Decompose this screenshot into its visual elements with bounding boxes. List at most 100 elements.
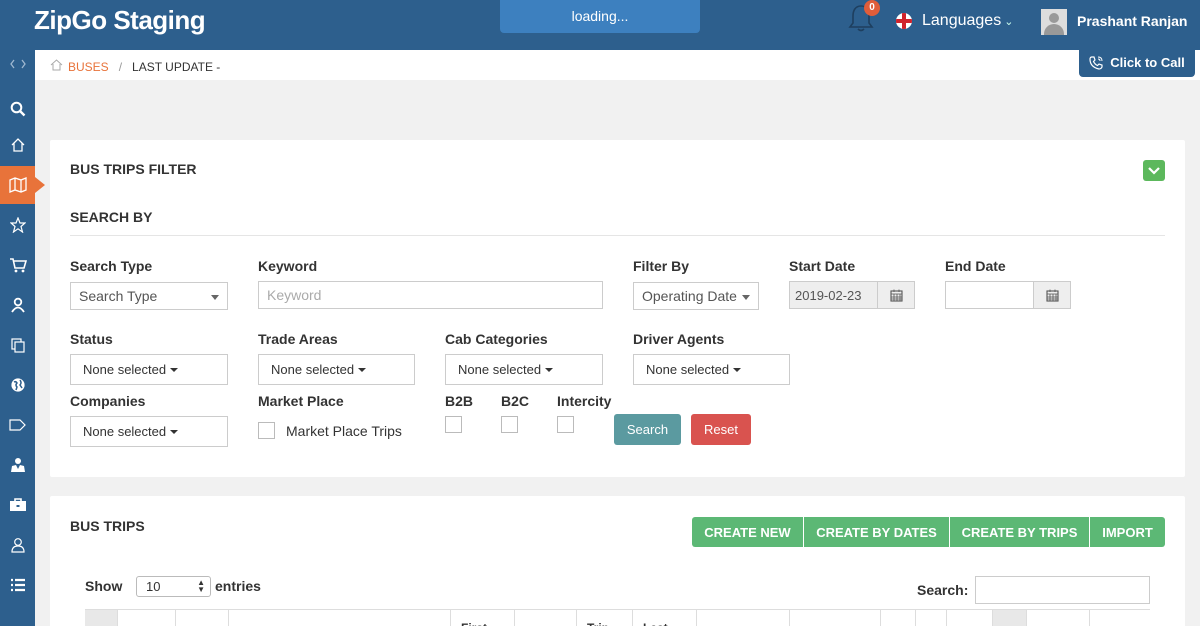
create-by-dates-button[interactable]: CREATE BY DATES bbox=[804, 517, 949, 547]
sidebar-list-icon[interactable] bbox=[0, 566, 35, 604]
user-avatar[interactable] bbox=[1041, 9, 1067, 35]
b2c-checkbox[interactable] bbox=[501, 416, 518, 433]
end-date-input[interactable] bbox=[945, 281, 1034, 309]
cab-categories-value: None selected bbox=[458, 362, 542, 377]
caret-down-icon bbox=[742, 295, 750, 300]
sidebar-tag-icon[interactable] bbox=[0, 406, 35, 444]
sidebar-home-icon[interactable] bbox=[0, 126, 35, 164]
intercity-label: Intercity bbox=[557, 393, 612, 409]
column-header[interactable] bbox=[696, 610, 789, 626]
column-header[interactable] bbox=[1089, 610, 1150, 626]
updown-arrows-icon: ▲ ▼ bbox=[197, 578, 205, 594]
sidebar-search-icon[interactable] bbox=[0, 90, 35, 128]
notification-count-badge: 0 bbox=[864, 0, 880, 16]
status-multiselect[interactable]: None selected bbox=[70, 354, 228, 385]
sidebar-star-icon[interactable] bbox=[0, 206, 35, 244]
keyword-input[interactable]: Keyword bbox=[258, 281, 603, 309]
column-header[interactable] bbox=[1026, 610, 1089, 626]
column-header[interactable] bbox=[85, 610, 117, 626]
flag-icon bbox=[896, 13, 912, 29]
b2b-label: B2B bbox=[445, 393, 474, 409]
search-button[interactable]: Search bbox=[614, 414, 681, 445]
sidebar-person-icon[interactable] bbox=[0, 526, 35, 564]
filter-by-label: Filter By bbox=[633, 258, 690, 274]
languages-dropdown[interactable]: Languages ⌄ bbox=[896, 12, 1013, 30]
table-search-label: Search: bbox=[917, 582, 969, 598]
caret-down-icon bbox=[170, 367, 179, 372]
bus-trips-title: BUS TRIPS bbox=[70, 518, 145, 534]
column-header[interactable] bbox=[992, 610, 1026, 626]
column-header[interactable] bbox=[946, 610, 992, 626]
show-label: Show bbox=[85, 578, 123, 594]
sidebar-globe-icon[interactable] bbox=[0, 366, 35, 404]
sidebar-user-tie-icon[interactable] bbox=[0, 446, 35, 484]
breadcrumb-separator: / bbox=[118, 59, 123, 74]
trade-areas-multiselect[interactable]: None selected bbox=[258, 354, 415, 385]
column-header[interactable] bbox=[228, 610, 450, 626]
column-header[interactable] bbox=[880, 610, 915, 626]
breadcrumb-buses-link[interactable]: BUSES bbox=[68, 60, 109, 74]
driver-agents-multiselect[interactable]: None selected bbox=[633, 354, 790, 385]
caret-down-icon bbox=[358, 367, 367, 372]
keyword-label: Keyword bbox=[258, 258, 318, 274]
languages-label: Languages bbox=[922, 12, 1002, 29]
column-header[interactable] bbox=[915, 610, 946, 626]
b2c-label: B2C bbox=[501, 393, 530, 409]
chevron-down-icon: ⌄ bbox=[1004, 15, 1014, 28]
intercity-checkbox[interactable] bbox=[557, 416, 574, 433]
sidebar-toggle-code-icon[interactable] bbox=[0, 45, 35, 83]
column-header[interactable]: Trip bbox=[576, 610, 632, 626]
create-new-button[interactable]: CREATE NEW bbox=[692, 517, 803, 547]
reset-button[interactable]: Reset bbox=[691, 414, 751, 445]
sidebar bbox=[0, 50, 45, 626]
trade-areas-label: Trade Areas bbox=[258, 331, 338, 347]
cab-categories-multiselect[interactable]: None selected bbox=[445, 354, 603, 385]
sidebar-user-icon[interactable] bbox=[0, 286, 35, 324]
start-date-input[interactable]: 2019-02-23 bbox=[789, 281, 878, 309]
companies-label: Companies bbox=[70, 393, 146, 409]
bus-trips-panel bbox=[50, 496, 1185, 626]
phone-icon bbox=[1089, 55, 1103, 70]
column-header[interactable]: First bbox=[450, 610, 514, 626]
collapse-toggle-button[interactable] bbox=[1143, 160, 1165, 181]
sidebar-map-icon[interactable] bbox=[0, 166, 45, 204]
sidebar-cart-icon[interactable] bbox=[0, 246, 35, 284]
create-by-trips-button[interactable]: CREATE BY TRIPS bbox=[950, 517, 1089, 547]
status-value: None selected bbox=[83, 362, 167, 377]
sidebar-briefcase-icon[interactable] bbox=[0, 486, 35, 524]
filter-by-select[interactable]: Operating Date bbox=[633, 282, 759, 310]
entries-label: entries bbox=[215, 578, 261, 594]
chevron-down-icon bbox=[1148, 166, 1160, 175]
b2b-checkbox[interactable] bbox=[445, 416, 462, 433]
breadcrumb: BUSES / LAST UPDATE - bbox=[50, 59, 220, 74]
market-place-trips-checkbox[interactable] bbox=[258, 422, 275, 439]
start-date-calendar-icon[interactable] bbox=[877, 281, 915, 309]
click-to-call-label: Click to Call bbox=[1110, 55, 1185, 70]
brand-logo[interactable]: ZipGo Staging bbox=[34, 5, 206, 36]
column-header[interactable] bbox=[175, 610, 228, 626]
search-by-heading: SEARCH BY bbox=[70, 209, 153, 225]
search-type-value: Search Type bbox=[79, 288, 158, 304]
home-icon[interactable] bbox=[50, 59, 63, 74]
column-header[interactable]: Last bbox=[632, 610, 696, 626]
end-date-calendar-icon[interactable] bbox=[1033, 281, 1071, 309]
filter-by-value: Operating Date bbox=[642, 288, 737, 304]
page-size-select[interactable]: 10 ▲ ▼ bbox=[136, 576, 211, 597]
column-header[interactable] bbox=[117, 610, 175, 626]
trade-areas-value: None selected bbox=[271, 362, 355, 377]
column-header[interactable] bbox=[789, 610, 880, 626]
cab-categories-label: Cab Categories bbox=[445, 331, 548, 347]
user-name[interactable]: Prashant Ranjan bbox=[1077, 13, 1187, 29]
filter-panel-title: BUS TRIPS FILTER bbox=[70, 161, 197, 177]
sidebar-copy-icon[interactable] bbox=[0, 326, 35, 364]
caret-down-icon bbox=[545, 367, 554, 372]
caret-down-icon bbox=[733, 367, 742, 372]
companies-multiselect[interactable]: None selected bbox=[70, 416, 228, 447]
table-search-input[interactable] bbox=[975, 576, 1150, 604]
page-size-value: 10 bbox=[146, 579, 161, 594]
click-to-call-button[interactable]: Click to Call bbox=[1079, 48, 1195, 77]
search-type-select[interactable]: Search Type bbox=[70, 282, 228, 310]
import-button[interactable]: IMPORT bbox=[1090, 517, 1165, 547]
driver-agents-label: Driver Agents bbox=[633, 331, 725, 347]
column-header[interactable] bbox=[514, 610, 576, 626]
